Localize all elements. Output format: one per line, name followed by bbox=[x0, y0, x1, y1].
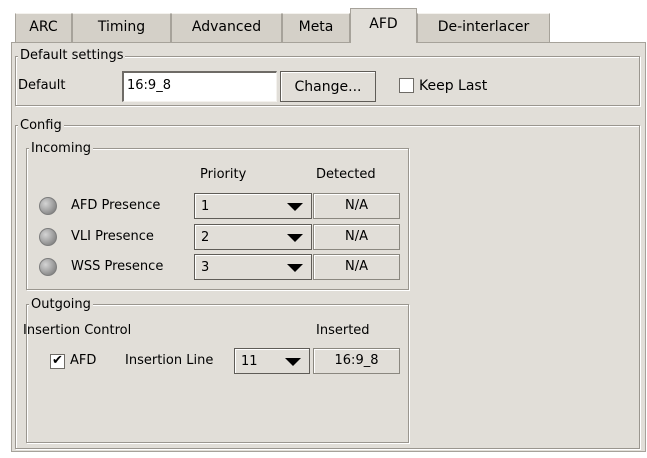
tab-arc[interactable]: ARC bbox=[15, 13, 72, 42]
insertion-line-select[interactable]: 11 bbox=[234, 348, 310, 374]
chevron-down-icon bbox=[285, 358, 301, 366]
chevron-down-icon bbox=[287, 203, 303, 211]
inserted-header: Inserted bbox=[316, 323, 370, 338]
config-title: Config bbox=[18, 118, 64, 133]
default-label: Default bbox=[18, 78, 66, 93]
change-button[interactable]: Change... bbox=[280, 71, 376, 102]
vli-presence-label: VLI Presence bbox=[71, 229, 154, 244]
tab-timing[interactable]: Timing bbox=[72, 13, 171, 42]
afd-presence-status-led bbox=[39, 197, 57, 215]
priority-header: Priority bbox=[200, 167, 247, 182]
wss-presence-priority-select[interactable]: 3 bbox=[194, 254, 312, 280]
afd-presence-priority-value: 1 bbox=[201, 199, 210, 214]
insertion-line-label: Insertion Line bbox=[125, 353, 214, 368]
vli-presence-priority-value: 2 bbox=[201, 230, 210, 245]
vli-presence-detected: N/A bbox=[313, 224, 400, 250]
incoming-title: Incoming bbox=[29, 141, 93, 156]
keep-last-label: Keep Last bbox=[419, 78, 488, 94]
outgoing-title: Outgoing bbox=[29, 297, 93, 312]
vli-presence-status-led bbox=[39, 228, 57, 246]
afd-insertion-checkbox[interactable]: ✔ bbox=[50, 354, 65, 369]
tab-advanced[interactable]: Advanced bbox=[171, 13, 282, 42]
afd-panel: Default settings Default 16:9_8 Change..… bbox=[11, 42, 646, 452]
wss-presence-status-led bbox=[39, 258, 57, 276]
wss-presence-priority-value: 3 bbox=[201, 260, 210, 275]
tab-meta[interactable]: Meta bbox=[282, 13, 350, 42]
detected-header: Detected bbox=[316, 167, 376, 182]
wss-presence-label: WSS Presence bbox=[71, 259, 164, 274]
afd-presence-priority-select[interactable]: 1 bbox=[194, 193, 312, 219]
tab-de-interlacer[interactable]: De-interlacer bbox=[417, 13, 550, 42]
afd-presence-detected: N/A bbox=[313, 193, 400, 219]
default-settings-title: Default settings bbox=[18, 48, 126, 63]
default-value-field[interactable]: 16:9_8 bbox=[122, 71, 277, 102]
inserted-value: 16:9_8 bbox=[313, 348, 400, 374]
chevron-down-icon bbox=[287, 264, 303, 272]
wss-presence-detected: N/A bbox=[313, 254, 400, 280]
keep-last-checkbox[interactable] bbox=[399, 78, 414, 93]
insertion-line-value: 11 bbox=[241, 354, 258, 369]
tab-afd[interactable]: AFD bbox=[350, 8, 417, 43]
afd-insertion-label: AFD bbox=[70, 353, 97, 368]
chevron-down-icon bbox=[287, 234, 303, 242]
vli-presence-priority-select[interactable]: 2 bbox=[194, 224, 312, 250]
afd-presence-label: AFD Presence bbox=[71, 198, 161, 213]
insertion-control-label: Insertion Control bbox=[23, 323, 132, 338]
